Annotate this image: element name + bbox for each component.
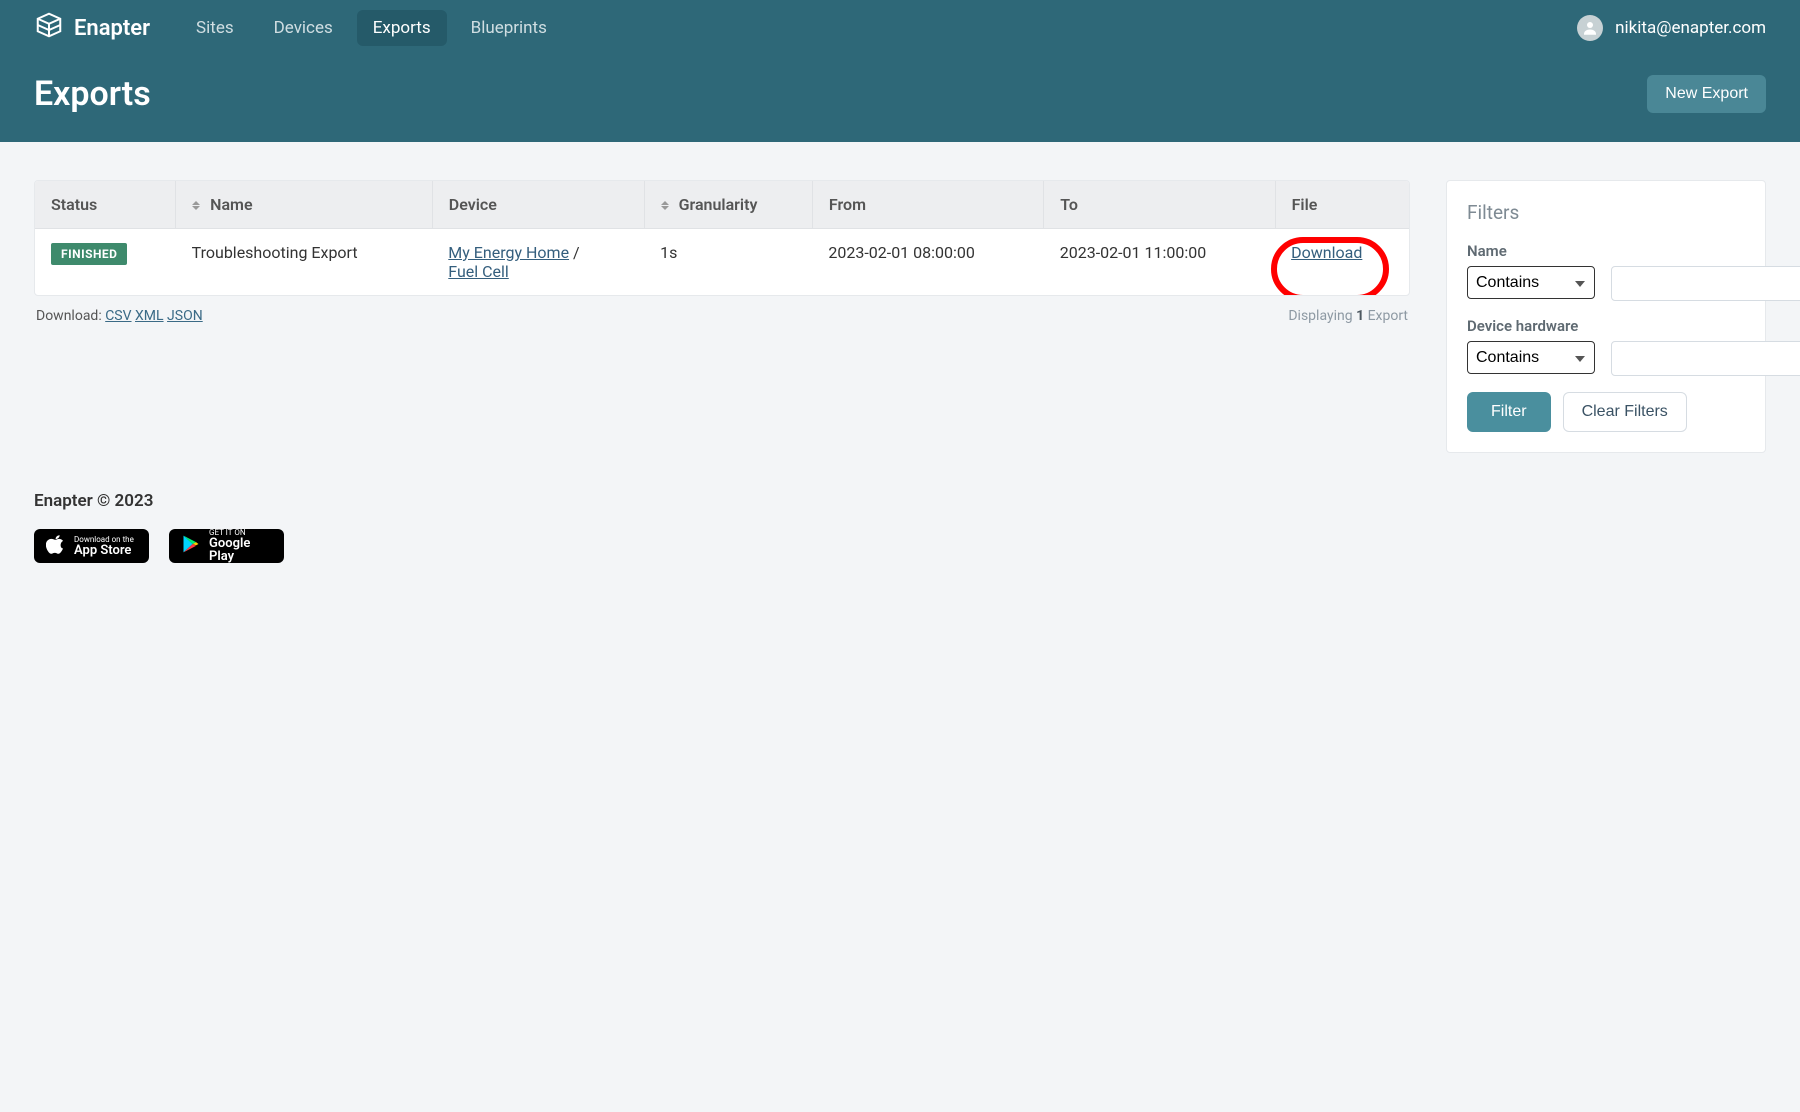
store-badges: Download on the App Store GET IT ON Goog… [34, 529, 1766, 563]
device-site-link[interactable]: My Energy Home [448, 243, 569, 262]
col-file[interactable]: File [1275, 181, 1409, 229]
header: Enapter Sites Devices Exports Blueprints… [0, 0, 1800, 142]
filter-name-input[interactable] [1611, 266, 1800, 301]
page-footer: Enapter © 2023 Download on the App Store [0, 491, 1800, 603]
filter-name-row: Contains [1467, 266, 1745, 301]
nav-items: Sites Devices Exports Blueprints [180, 10, 563, 46]
pagination-text: Displaying 1 Export [1288, 308, 1408, 324]
download-csv-link[interactable]: CSV [105, 308, 131, 324]
col-from[interactable]: From [812, 181, 1043, 229]
download-formats: Download: CSV XML JSON [36, 308, 203, 324]
table-footer-row: Download: CSV XML JSON Displaying 1 Expo… [34, 296, 1410, 336]
navbar: Enapter Sites Devices Exports Blueprints… [0, 0, 1800, 56]
col-device[interactable]: Device [432, 181, 644, 229]
filter-name-operator-select[interactable]: Contains [1467, 266, 1595, 299]
apple-icon [46, 534, 66, 558]
download-link[interactable]: Download [1291, 243, 1362, 262]
download-json-link[interactable]: JSON [167, 308, 203, 324]
status-badge: FINISHED [51, 243, 127, 265]
col-status[interactable]: Status [35, 181, 176, 229]
clear-filters-button[interactable]: Clear Filters [1563, 392, 1687, 432]
page-header: Exports New Export [0, 56, 1800, 142]
cell-granularity: 1s [644, 229, 812, 296]
col-name[interactable]: Name [176, 181, 433, 229]
content: Status Name Device Granularity From To F… [0, 142, 1800, 491]
filter-button[interactable]: Filter [1467, 392, 1551, 432]
nav-item-blueprints[interactable]: Blueprints [455, 10, 563, 46]
cell-file: Download [1275, 229, 1409, 296]
nav-item-sites[interactable]: Sites [180, 10, 250, 46]
filters-column: Filters Name Contains Device hardware Co… [1446, 180, 1766, 453]
cell-status: FINISHED [35, 229, 176, 296]
brand[interactable]: Enapter [34, 10, 150, 46]
col-to[interactable]: To [1044, 181, 1275, 229]
filter-device-input[interactable] [1611, 341, 1800, 376]
sort-icon [661, 201, 669, 210]
brand-logo-icon [34, 10, 64, 46]
copyright: Enapter © 2023 [34, 491, 1766, 511]
filter-device-operator-select[interactable]: Contains [1467, 341, 1595, 374]
col-granularity[interactable]: Granularity [644, 181, 812, 229]
filter-buttons: Filter Clear Filters [1467, 392, 1745, 432]
main-column: Status Name Device Granularity From To F… [34, 180, 1410, 336]
user-area[interactable]: nikita@enapter.com [1577, 15, 1766, 41]
filters-card: Filters Name Contains Device hardware Co… [1446, 180, 1766, 453]
cell-device: My Energy Home / Fuel Cell [432, 229, 644, 296]
brand-label: Enapter [74, 16, 150, 41]
appstore-badge[interactable]: Download on the App Store [34, 529, 149, 563]
filter-device-operator-wrap: Contains [1467, 341, 1595, 376]
filter-name-label: Name [1467, 242, 1745, 260]
filter-name-operator-wrap: Contains [1467, 266, 1595, 301]
nav-item-devices[interactable]: Devices [258, 10, 349, 46]
filter-device-label: Device hardware [1467, 317, 1745, 335]
googleplay-badge[interactable]: GET IT ON Google Play [169, 529, 284, 563]
page-title: Exports [34, 74, 151, 114]
cell-from: 2023-02-01 08:00:00 [812, 229, 1043, 296]
sort-icon [192, 201, 200, 210]
device-name-link[interactable]: Fuel Cell [448, 262, 509, 281]
download-xml-link[interactable]: XML [135, 308, 164, 324]
filter-device-row: Contains [1467, 341, 1745, 376]
avatar-icon [1577, 15, 1603, 41]
cell-to: 2023-02-01 11:00:00 [1044, 229, 1275, 296]
cell-name: Troubleshooting Export [176, 229, 433, 296]
user-email: nikita@enapter.com [1615, 18, 1766, 38]
googleplay-icon [181, 534, 201, 558]
nav-item-exports[interactable]: Exports [357, 10, 447, 46]
filters-title: Filters [1467, 201, 1745, 224]
new-export-button[interactable]: New Export [1647, 75, 1766, 113]
table-row: FINISHED Troubleshooting Export My Energ… [35, 229, 1409, 296]
exports-table: Status Name Device Granularity From To F… [34, 180, 1410, 296]
table-header-row: Status Name Device Granularity From To F… [35, 181, 1409, 229]
